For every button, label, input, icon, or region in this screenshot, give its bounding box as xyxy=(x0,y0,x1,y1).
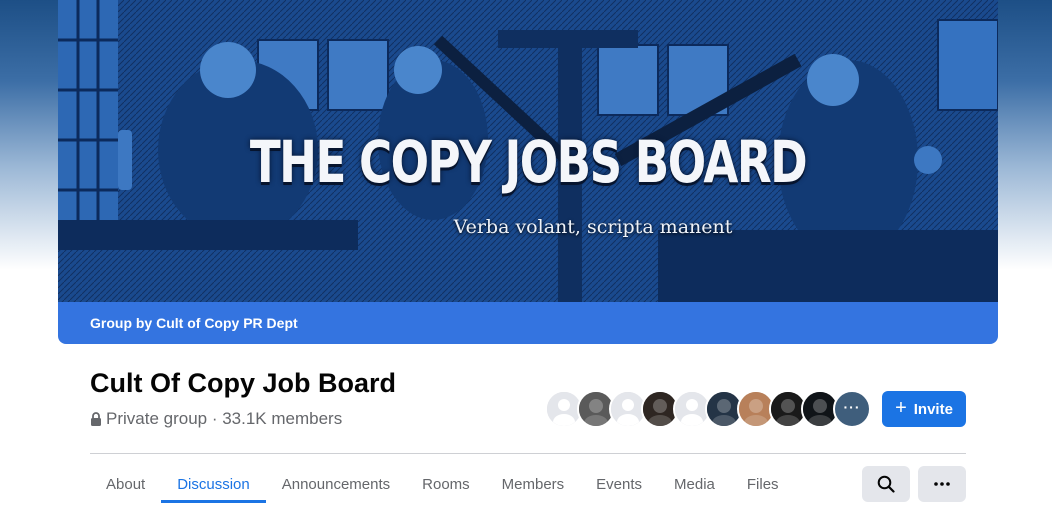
tab-events[interactable]: Events xyxy=(580,465,658,503)
cover-title: THE COPY JOBS BOARD xyxy=(249,128,808,196)
tab-files[interactable]: Files xyxy=(731,465,795,503)
invite-button[interactable]: + Invite xyxy=(882,391,966,427)
group-privacy-members: Private group · 33.1K members xyxy=(106,409,343,428)
member-photo xyxy=(803,392,837,426)
group-owner-link[interactable]: Group by Cult of Copy PR Dept xyxy=(90,315,298,331)
member-photo xyxy=(579,392,613,426)
cover-motto: Verba volant, scripta manent xyxy=(453,216,733,238)
member-photo xyxy=(771,392,805,426)
plus-icon: + xyxy=(895,396,907,419)
group-owner-bar[interactable]: Group by Cult of Copy PR Dept xyxy=(58,302,998,344)
group-meta: Private group · 33.1K members xyxy=(90,409,342,429)
tab-rooms[interactable]: Rooms xyxy=(406,465,486,503)
tab-discussion[interactable]: Discussion xyxy=(161,465,266,503)
cover-photo[interactable]: THE COPY JOBS BOARD Verba volant, script… xyxy=(58,0,998,302)
member-photo xyxy=(739,392,773,426)
more-members-avatar[interactable]: ··· xyxy=(833,390,871,428)
invite-button-label: Invite xyxy=(913,400,953,418)
lock-icon xyxy=(91,412,101,426)
more-options-button[interactable] xyxy=(918,466,966,502)
tab-media[interactable]: Media xyxy=(658,465,731,503)
search-button[interactable] xyxy=(862,466,910,502)
member-photo xyxy=(643,392,677,426)
default-avatar-icon xyxy=(547,392,581,426)
more-icon xyxy=(934,482,950,486)
divider xyxy=(90,453,966,454)
member-photo xyxy=(707,392,741,426)
group-name[interactable]: Cult Of Copy Job Board xyxy=(90,368,396,399)
search-icon xyxy=(877,475,895,493)
more-members-label: ··· xyxy=(843,399,861,415)
tab-announcements[interactable]: Announcements xyxy=(266,465,406,503)
tab-about[interactable]: About xyxy=(90,465,161,503)
default-avatar-icon xyxy=(611,392,645,426)
default-avatar-icon xyxy=(675,392,709,426)
tab-members[interactable]: Members xyxy=(486,465,581,503)
group-tabs: About Discussion Announcements Rooms Members… xyxy=(90,465,795,505)
